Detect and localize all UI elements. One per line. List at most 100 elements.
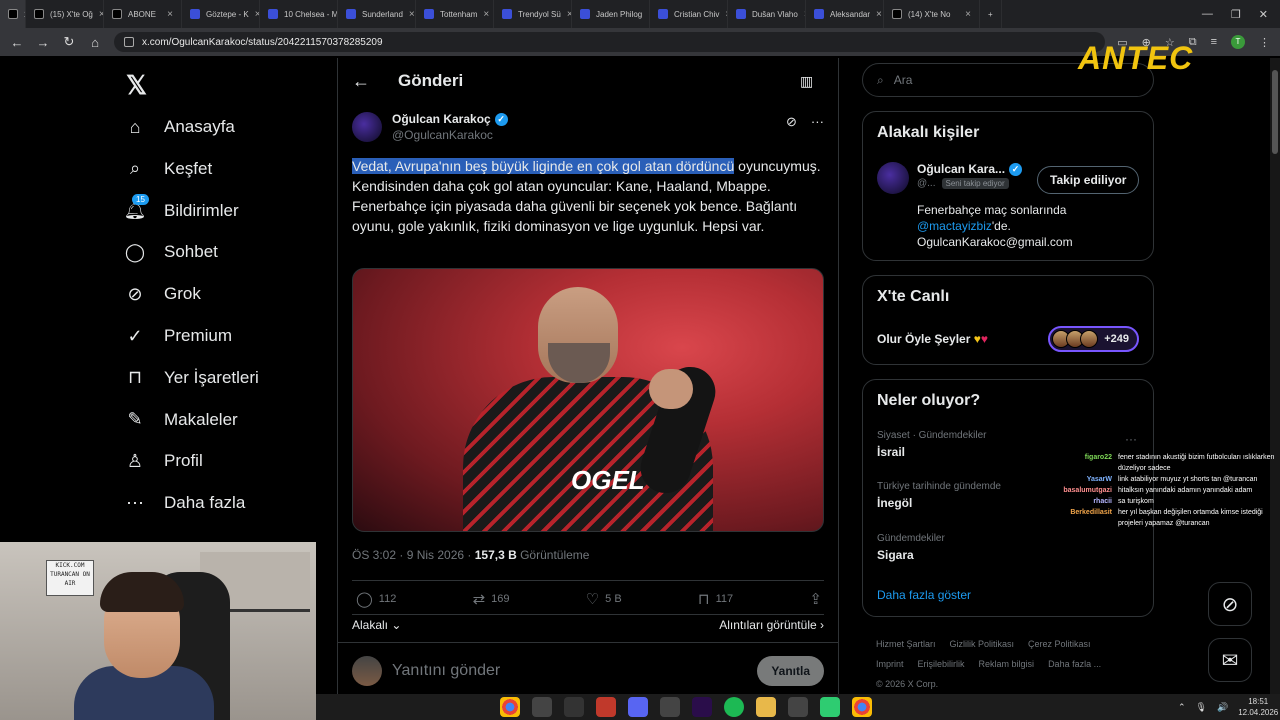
nav-item-grok[interactable]: ⊘ Grok [124, 274, 200, 314]
minimize-icon[interactable]: — [1202, 8, 1213, 21]
browser-tab[interactable]: Dušan Vlaho× [728, 0, 806, 28]
tray-chevron-icon[interactable]: ⌃ [1178, 702, 1186, 713]
browser-menu-icon[interactable]: ⋮ [1259, 36, 1270, 49]
bookmark-action[interactable]: ⊓ 117 [698, 590, 733, 608]
chrome-taskbar-icon[interactable] [500, 697, 520, 717]
maximize-icon[interactable]: ❐ [1231, 8, 1241, 21]
nav-item-bookmark[interactable]: ⊓ Yer İşaretleri [124, 358, 259, 398]
author-name[interactable]: Oğulcan Karakoç [392, 112, 491, 126]
menu-list-icon[interactable]: ≡ [1211, 36, 1217, 48]
browser-tab[interactable]: Jaden Philog× [572, 0, 650, 28]
nav-item-premium[interactable]: ✓ Premium [124, 316, 232, 356]
reply-button[interactable]: Yanıtla [757, 656, 824, 686]
back-arrow-icon[interactable]: ← [352, 71, 370, 92]
post-image[interactable]: OGEL [352, 268, 824, 532]
trend-item[interactable]: Türkiye tarihinde gündemde İnegöl [877, 481, 1001, 510]
sort-dropdown[interactable]: Alakalı ⌄ [352, 618, 401, 632]
browser-tab[interactable]: 1 [0, 0, 26, 28]
app-taskbar-icon[interactable] [532, 697, 552, 717]
footer-link[interactable]: Gizlilik Politikası [950, 639, 1015, 649]
post-time[interactable]: ÖS 3:02 · 9 Nis 2026 · [352, 548, 475, 562]
reader-mode-icon[interactable]: ▥ [800, 73, 813, 90]
new-tab-icon[interactable]: + [980, 0, 1002, 28]
app-taskbar-icon[interactable] [820, 697, 840, 717]
scroll-thumb[interactable] [1272, 70, 1278, 154]
author-handle[interactable]: @OgulcanKarakoc [392, 128, 508, 142]
tab-close-icon[interactable]: × [483, 9, 489, 20]
tab-close-icon[interactable]: × [409, 9, 415, 20]
obs-taskbar-icon[interactable] [564, 697, 584, 717]
related-person[interactable]: Oğulcan Kara... ✓ @... Seni takip ediyor [877, 162, 1023, 194]
trend-item[interactable]: Gündemdekiler Sigara [877, 533, 945, 562]
browser-tab[interactable]: (15) X'te Oğ× [26, 0, 104, 28]
app-taskbar-icon[interactable] [596, 697, 616, 717]
footer-link[interactable]: Hizmet Şartları [876, 639, 936, 649]
post-author[interactable]: Oğulcan Karakoç ✓ @OgulcanKarakoc [352, 112, 508, 142]
reply-action[interactable]: ◯ 112 [356, 590, 396, 608]
reload-icon[interactable]: ↻ [62, 34, 76, 50]
grok-float-button[interactable]: ⊘ [1208, 582, 1252, 626]
page-scrollbar[interactable] [1270, 58, 1280, 694]
browser-tab[interactable]: Göztepe - K × [182, 0, 260, 28]
premiere-taskbar-icon[interactable] [692, 697, 712, 717]
browser-tab[interactable]: Aleksandar × [806, 0, 884, 28]
x-logo-icon[interactable]: 𝕏 [126, 70, 147, 101]
close-window-icon[interactable]: ✕ [1259, 8, 1268, 21]
browser-tab[interactable]: Sunderland × [338, 0, 416, 28]
browser-tab[interactable]: ABONE × [104, 0, 182, 28]
share-action[interactable]: ⇪ [809, 590, 822, 608]
browser-tab[interactable]: Tottenham × [416, 0, 494, 28]
browser-tab[interactable]: 10 Chelsea - M× [260, 0, 338, 28]
grok-explain-icon[interactable]: ⊘ [786, 114, 797, 130]
following-button[interactable]: Takip ediliyor [1037, 166, 1140, 194]
nav-item-more[interactable]: ⋯ Daha fazla [124, 483, 245, 523]
volume-icon[interactable]: 🔊 [1217, 702, 1228, 713]
view-quotes-link[interactable]: Alıntıları görüntüle › [719, 618, 824, 632]
spotify-taskbar-icon[interactable] [724, 697, 744, 717]
app-taskbar-icon[interactable] [660, 697, 680, 717]
tab-close-icon[interactable]: × [876, 9, 882, 20]
trend-more-icon[interactable]: ··· [1125, 432, 1137, 446]
home-browser-icon[interactable]: ⌂ [88, 35, 102, 50]
nav-item-profile[interactable]: ♙ Profil [124, 441, 203, 481]
nav-item-article[interactable]: ✎ Makaleler [124, 400, 237, 440]
footer-link[interactable]: Imprint [876, 659, 904, 669]
app-taskbar-icon[interactable] [788, 697, 808, 717]
show-more-link[interactable]: Daha fazla göster [877, 588, 971, 602]
chrome-taskbar-icon[interactable] [852, 697, 872, 717]
reply-input[interactable]: Yanıtını gönder [392, 662, 747, 680]
site-info-icon[interactable] [124, 37, 134, 47]
footer-link[interactable]: Daha fazla ... [1048, 659, 1101, 669]
nav-item-search[interactable]: ⌕ Keşfet [124, 149, 212, 189]
address-bar[interactable]: x.com/OgulcanKarakoc/status/204221157037… [114, 32, 1106, 52]
browser-tab[interactable]: Cristian Chiv× [650, 0, 728, 28]
nav-item-chat[interactable]: ◯ Sohbet [124, 232, 218, 272]
footer-link[interactable]: Çerez Politikası [1028, 639, 1091, 649]
footer-link[interactable]: Reklam bilgisi [979, 659, 1035, 669]
tab-close-icon[interactable]: × [167, 9, 173, 20]
more-options-icon[interactable]: ··· [811, 114, 824, 130]
discord-taskbar-icon[interactable] [628, 697, 648, 717]
tab-close-icon[interactable]: × [965, 9, 971, 20]
author-avatar[interactable] [352, 112, 382, 142]
trend-item[interactable]: Siyaset · Gündemdekiler İsrail [877, 430, 987, 459]
repost-action[interactable]: ⇄ 169 [473, 590, 510, 608]
live-listeners[interactable]: +249 [1048, 326, 1139, 352]
footer-link[interactable]: Erişilebilirlik [918, 659, 965, 669]
back-icon[interactable]: ← [10, 35, 24, 50]
related-name[interactable]: Oğulcan Kara... [917, 162, 1005, 176]
profile-avatar[interactable]: T [1231, 35, 1245, 49]
browser-tab[interactable]: (14) X'te No × [884, 0, 980, 28]
microphone-icon[interactable]: 🎙 [1196, 702, 1207, 713]
forward-icon[interactable]: → [36, 35, 50, 50]
bio-mention-link[interactable]: @mactayizbiz [917, 219, 992, 233]
messages-float-button[interactable]: ✉ [1208, 638, 1252, 682]
like-action[interactable]: ♡ 5 B [586, 590, 622, 608]
related-avatar[interactable] [877, 162, 909, 194]
live-space[interactable]: Olur Öyle Şeyler ♥♥ +249 [877, 326, 1139, 352]
footer-link[interactable]: © 2026 X Corp. [876, 679, 938, 689]
nav-item-bell[interactable]: 🔔︎ 15 Bildirimler [124, 191, 239, 231]
browser-tab[interactable]: Trendyol Sü× [494, 0, 572, 28]
clock[interactable]: 18:51 12.04.2026 [1238, 696, 1278, 718]
folder-taskbar-icon[interactable] [756, 697, 776, 717]
